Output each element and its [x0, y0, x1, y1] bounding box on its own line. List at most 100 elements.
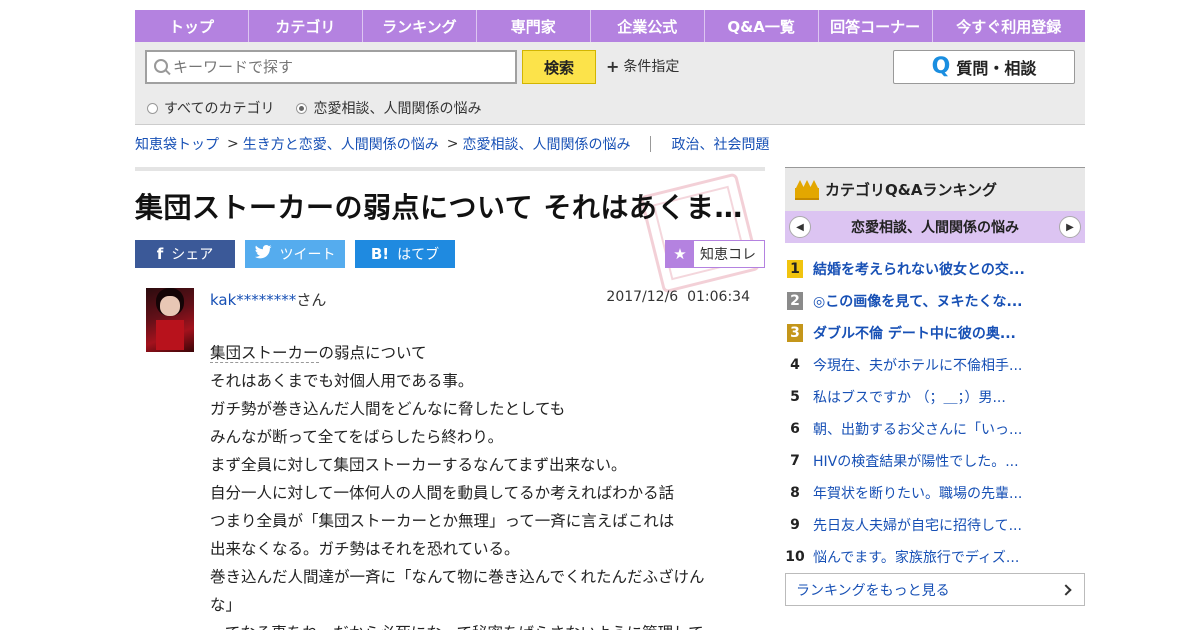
ranking-header: カテゴリQ&Aランキング [785, 167, 1085, 211]
keyword-link[interactable]: 集団ストーカー [210, 344, 319, 363]
list-item: 2 ◎この画像を見て、ヌキたくな... [785, 285, 1085, 317]
next-category-icon[interactable]: ▶ [1059, 216, 1081, 238]
ranking-list: 1 結婚を考えられない彼女との交... 2 ◎この画像を見て、ヌキたくな... 3ダ… [785, 253, 1085, 573]
body-line: な」 [210, 596, 242, 614]
chevron-right-icon [1060, 583, 1072, 596]
list-item: 8 年賀状を断りたい。職場の先輩... [785, 477, 1085, 509]
list-item: 3 ダブル不倫 デート中に彼の奥... [785, 317, 1085, 349]
facebook-icon: f [156, 245, 164, 263]
ask-question-button[interactable]: Q 質問・相談 [893, 50, 1075, 84]
more-ranking-button[interactable]: ランキングをもっと見る [785, 573, 1085, 606]
radio-all-categories[interactable]: すべてのカテゴリ [147, 98, 274, 118]
crown-icon [795, 179, 819, 200]
search-icon [147, 52, 173, 82]
body-line: ガチ勢が巻き込んだ人間をどんなに脅したとしても [210, 400, 566, 418]
breadcrumb-home[interactable]: 知恵袋トップ [135, 134, 219, 154]
body-line: みんなが断って全てをばらしたら終わり。 [210, 428, 504, 446]
nav-experts[interactable]: 専門家 [477, 10, 591, 42]
body-line: まず全員に対して集団ストーカーするなんてまず出来ない。 [210, 456, 627, 474]
facebook-share-button[interactable]: f シェア [135, 240, 235, 268]
list-item: 7 HIVの検査結果が陽性でした。... [785, 445, 1085, 477]
posted-datetime: 2017/12/6 01:06:34 [560, 289, 750, 305]
rank-number: 7 [790, 453, 800, 469]
ranking-link[interactable]: 悩んでます。家族旅行でディズ... [813, 547, 1019, 567]
nav-category[interactable]: カテゴリ [249, 10, 363, 42]
breadcrumb-related[interactable]: 政治、社会問題 [671, 134, 769, 154]
ranking-link[interactable]: 年賀状を断りたい。職場の先輩... [813, 483, 1022, 503]
nav-answer-corner[interactable]: 回答コーナー [819, 10, 933, 42]
rank-number: 2 [787, 292, 803, 310]
rank-number: 1 [787, 260, 803, 278]
nav-register[interactable]: 今すぐ利用登録 [933, 10, 1085, 42]
body-line: それはあくまでも対個人用である事。 [210, 372, 474, 390]
radio-button[interactable] [147, 102, 158, 114]
main-divider [135, 167, 765, 171]
nav-top[interactable]: トップ [135, 10, 249, 42]
ranking-link[interactable]: ダブル不倫 デート中に彼の奥... [813, 323, 1016, 343]
hatena-bookmark-button[interactable]: B! はてブ [355, 240, 455, 268]
search-box[interactable] [145, 50, 517, 84]
body-line: 巻き込んだ人間達が一斉に「なんて物に巻き込んでくれたんだふざけん [210, 568, 705, 586]
breadcrumb-separator: > [227, 136, 239, 152]
conditions-link[interactable]: + 条件指定 [606, 56, 679, 76]
ranking-link[interactable]: 結婚を考えられない彼女との交... [813, 259, 1025, 279]
author-link[interactable]: kak******** [210, 291, 296, 309]
ranking-category: 恋愛相談、人間関係の悩み [851, 220, 1019, 236]
author-suffix: さん [296, 291, 327, 309]
body-line: 出来なくなる。ガチ勢はそれを恐れている。 [210, 540, 520, 558]
twitter-icon [254, 245, 272, 263]
category-scope: すべてのカテゴリ 恋愛相談、人間関係の悩み [147, 98, 481, 118]
list-item: 4 今現在、夫がホテルに不倫相手... [785, 349, 1085, 381]
breadcrumb: 知恵袋トップ > 生き方と恋愛、人間関係の悩み > 恋愛相談、人間関係の悩み 政… [135, 134, 1085, 154]
radio-current-label: 恋愛相談、人間関係の悩み [313, 101, 482, 117]
hatena-label: はてブ [397, 247, 440, 263]
body-line: ってなる事をね。だから必死になって秘密をばらさないように管理して [210, 619, 740, 630]
rank-number: 10 [785, 549, 805, 565]
plus-icon: + [606, 56, 620, 76]
question-author: kak********さん [210, 289, 326, 310]
avatar[interactable] [146, 288, 194, 352]
rank-number: 8 [790, 485, 800, 501]
twitter-share-button[interactable]: ツイート [245, 240, 345, 268]
more-ranking-label: ランキングをもっと見る [796, 582, 950, 599]
list-item: 5 私はブスですか （；＿；）男... [785, 381, 1085, 413]
list-item: 6 朝、出勤するお父さんに「いっ... [785, 413, 1085, 445]
ranking-link[interactable]: 先日友人夫婦が自宅に招待して... [813, 515, 1022, 535]
rank-number: 5 [790, 389, 800, 405]
facebook-share-label: シェア [171, 247, 214, 263]
ranking-link[interactable]: ◎この画像を見て、ヌキたくな... [813, 291, 1022, 311]
body-line: 集団ストーカーの弱点について [210, 344, 427, 363]
breadcrumb-level1[interactable]: 生き方と恋愛、人間関係の悩み [243, 134, 439, 154]
rank-number: 6 [790, 421, 800, 437]
search-input[interactable] [173, 58, 503, 76]
breadcrumb-level2[interactable]: 恋愛相談、人間関係の悩み [462, 134, 630, 154]
ranking-link[interactable]: 朝、出勤するお父さんに「いっ... [813, 419, 1022, 439]
question-body: 集団ストーカーの弱点について それはあくまでも対個人用である事。 ガチ勢が巻き込… [210, 339, 740, 630]
ranking-link[interactable]: HIVの検査結果が陽性でした。... [813, 451, 1019, 471]
prev-category-icon[interactable]: ◀ [789, 216, 811, 238]
search-button[interactable]: 検索 [522, 50, 596, 84]
nav-ranking[interactable]: ランキング [363, 10, 477, 42]
radio-button-selected[interactable] [296, 102, 308, 114]
body-line: 自分一人に対して一体何人の人間を動員してるか考えればわかる話 [210, 484, 675, 502]
posted-date: 2017/12/6 [606, 289, 679, 305]
chie-collection-label: 知恵コレ [700, 247, 756, 263]
nav-official[interactable]: 企業公式 [591, 10, 705, 42]
ask-question-label: 質問・相談 [956, 59, 1037, 78]
ranking-link[interactable]: 私はブスですか （；＿；）男... [813, 387, 1006, 407]
rank-number: 3 [787, 324, 803, 342]
rank-number: 9 [790, 517, 800, 533]
question-q-icon: Q [931, 54, 951, 79]
rank-number: 4 [790, 357, 800, 373]
radio-all-label: すべてのカテゴリ [164, 101, 275, 117]
breadcrumb-divider [650, 136, 652, 152]
posted-time: 01:06:34 [687, 289, 750, 305]
radio-current-category[interactable]: 恋愛相談、人間関係の悩み [296, 98, 481, 118]
ranking-title: カテゴリQ&Aランキング [825, 181, 997, 199]
list-item: 9 先日友人夫婦が自宅に招待して... [785, 509, 1085, 541]
star-icon: ★ [666, 241, 694, 267]
chie-collection-button[interactable]: ★ 知恵コレ [665, 240, 765, 268]
ranking-link[interactable]: 今現在、夫がホテルに不倫相手... [813, 355, 1022, 375]
nav-qa-list[interactable]: Q&A一覧 [705, 10, 819, 42]
breadcrumb-separator: > [446, 136, 459, 152]
